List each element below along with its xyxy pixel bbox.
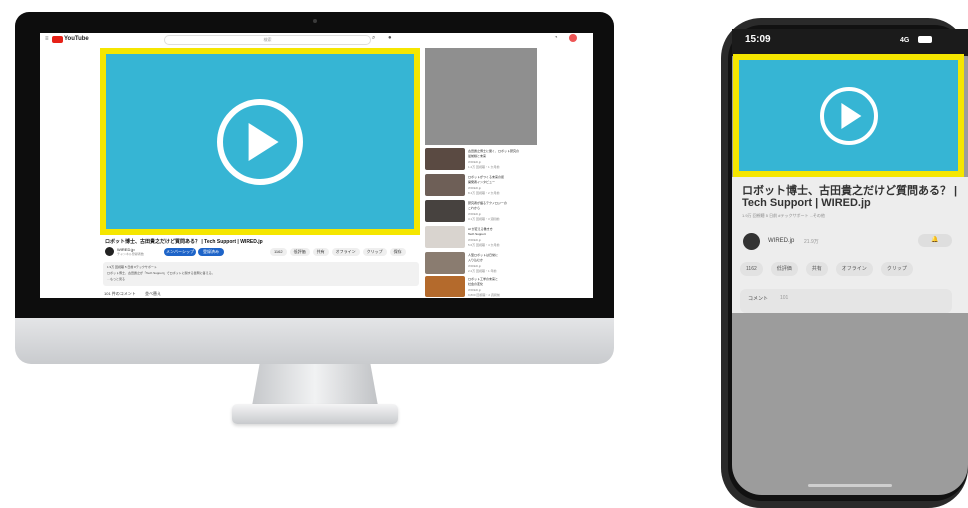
- hamburger-icon[interactable]: ≡: [45, 36, 49, 42]
- search-input[interactable]: 検索: [164, 35, 371, 45]
- sidebar-video-channel: WIRED.jp: [468, 238, 482, 242]
- video-thumbnail[interactable]: [425, 276, 465, 297]
- sidebar-video-title-line2[interactable]: これから: [468, 206, 480, 210]
- channel-avatar[interactable]: [105, 247, 114, 256]
- sidebar-video-item[interactable]: ロボット工学の未来と 社会の変化 WIRED.jp 9,800 回視聴・2 週間…: [425, 276, 540, 297]
- comments-count: 101: [780, 295, 789, 301]
- like-button[interactable]: 1162: [270, 248, 287, 256]
- video-title: ロボット博士、古田貴之だけど質問ある？ |: [742, 185, 958, 197]
- action-bar: 1162 低評価 共有 オフライン クリップ 保存: [270, 248, 406, 256]
- battery-icon: [918, 36, 932, 43]
- sidebar-video-title[interactable]: ロボットがつくる未来の街: [468, 175, 504, 179]
- sidebar-video-views: 9,800 回視聴・2 週間前: [468, 293, 500, 297]
- sidebar-video-title-line2[interactable]: 開発者インタビュー: [468, 180, 495, 184]
- dislike-button[interactable]: 低評価: [289, 248, 310, 256]
- video-title: ロボット博士、古田貴之だけど質問ある？ | Tech Support | WIR…: [105, 239, 263, 245]
- sidebar-video-title[interactable]: AI が変える働き方: [468, 227, 493, 231]
- description-text: ロボット博士、古田貴之が「Tech Support」でロボットに関する質問に答え…: [107, 271, 215, 275]
- video-thumbnail[interactable]: [425, 226, 465, 248]
- sidebar-video-views: 3.1万 回視聴・3 週間前: [468, 217, 500, 221]
- sidebar-video-item[interactable]: 古田貴之博士に聞く、ロボット研究の 最前線と未来 WIRED.jp 1.2万 回…: [425, 148, 540, 172]
- sidebar-video-item[interactable]: AI が変える働き方 Tech Support WIRED.jp 5.6万 回視…: [425, 226, 540, 250]
- sidebar-video-title[interactable]: 研究者が語るテクノロジーの: [468, 201, 507, 205]
- sidebar-video-channel: WIRED.jp: [468, 264, 482, 268]
- video-player[interactable]: [733, 54, 964, 177]
- channel-avatar[interactable]: [743, 233, 760, 250]
- mic-icon[interactable]: ●: [388, 35, 392, 41]
- monitor-camera: [313, 19, 317, 23]
- sidebar-video-item[interactable]: 研究者が語るテクノロジーの これから WIRED.jp 3.1万 回視聴・3 週…: [425, 200, 540, 224]
- video-thumbnail[interactable]: [425, 174, 465, 196]
- play-icon[interactable]: [217, 98, 303, 185]
- youtube-logo-icon[interactable]: [52, 36, 63, 43]
- sidebar-video-title[interactable]: 人型ロボットは日常に: [468, 253, 498, 257]
- sidebar-video-views: 5.6万 回視聴・4 か月前: [468, 243, 500, 247]
- sidebar-video-channel: WIRED.jp: [468, 212, 482, 216]
- video-thumbnail[interactable]: [425, 200, 465, 222]
- subscriber-count: チャンネル登録者数: [117, 252, 144, 256]
- avatar[interactable]: [569, 34, 577, 42]
- channel-name[interactable]: WIRED.jp: [768, 238, 794, 244]
- sort-button[interactable]: 並べ替え: [145, 291, 161, 297]
- video-title-line2: Tech Support | WIRED.jp: [742, 197, 871, 209]
- share-button[interactable]: 共有: [805, 262, 828, 276]
- play-icon[interactable]: [819, 86, 878, 145]
- monitor-chin: [15, 318, 614, 364]
- subscriber-count: 21.9万: [804, 239, 819, 245]
- offline-button[interactable]: オフライン: [331, 248, 360, 256]
- offline-button[interactable]: オフライン: [835, 262, 873, 276]
- sidebar-video-title-line2[interactable]: 最前線と未来: [468, 154, 486, 158]
- sidebar-video-views: 8.4万 回視聴・2 か月前: [468, 191, 500, 195]
- action-bar: 1162 低評価 共有 オフライン クリップ: [740, 262, 913, 276]
- sidebar-video-item[interactable]: ロボットがつくる未来の街 開発者インタビュー WIRED.jp 8.4万 回視聴…: [425, 174, 540, 198]
- description-meta: 1.9万 回視聴 5 日前 #テックサポート: [107, 265, 157, 269]
- sidebar-video-channel: WIRED.jp: [468, 288, 482, 292]
- home-indicator[interactable]: [808, 484, 892, 487]
- sidebar-video-item[interactable]: 人型ロボットは日常に 入り込むか WIRED.jp 2.2万 回視聴・1 年前: [425, 252, 540, 276]
- sidebar-video-views: 1.2万 回視聴・1 か月前: [468, 165, 500, 169]
- signal-icon: 4G: [900, 37, 910, 44]
- like-button[interactable]: 1162: [740, 262, 763, 276]
- comments-label: コメント: [748, 296, 769, 302]
- status-time: 15:09: [745, 34, 771, 45]
- youtube-logo-text[interactable]: YouTube: [64, 36, 89, 42]
- bell-icon[interactable]: ◔: [554, 35, 558, 41]
- save-button[interactable]: 保存: [389, 248, 406, 256]
- monitor-base: [232, 404, 398, 424]
- sidebar-video-views: 2.2万 回視聴・1 年前: [468, 269, 497, 273]
- subscribe-bell-button[interactable]: 🔔: [918, 234, 952, 247]
- sidebar-video-channel: WIRED.jp: [468, 186, 482, 190]
- search-icon[interactable]: ⌕: [372, 35, 375, 42]
- description-box[interactable]: 1.9万 回視聴 5 日前 #テックサポート ロボット博士、古田貴之が「Tech…: [103, 262, 419, 286]
- video-thumbnail[interactable]: [425, 252, 465, 274]
- subscribe-button[interactable]: 登録済み: [198, 248, 224, 256]
- sidebar-video-title-line2[interactable]: Tech Support: [468, 232, 486, 236]
- comments-section[interactable]: コメント 101: [740, 289, 952, 313]
- sidebar-video-title-line2[interactable]: 入り込むか: [468, 258, 483, 262]
- sidebar-video-channel: WIRED.jp: [468, 160, 482, 164]
- video-meta[interactable]: 1.9万 回視聴 5 日前 #テックサポート ...その他: [742, 213, 825, 219]
- monitor-stand: [252, 364, 378, 406]
- sidebar-video-title-line2[interactable]: 社会の変化: [468, 282, 483, 286]
- show-more-link[interactable]: …もっと見る: [107, 277, 125, 281]
- dislike-button[interactable]: 低評価: [770, 262, 798, 276]
- comments-count: 101 件のコメント: [104, 291, 136, 296]
- clip-button[interactable]: クリップ: [880, 262, 913, 276]
- clip-button[interactable]: クリップ: [362, 248, 387, 256]
- video-player[interactable]: [100, 48, 420, 235]
- video-thumbnail[interactable]: [425, 148, 465, 170]
- sidebar-ad-placeholder[interactable]: [425, 48, 537, 145]
- share-button[interactable]: 共有: [312, 248, 329, 256]
- join-button[interactable]: メンバーシップ: [164, 248, 196, 256]
- sidebar-video-title[interactable]: ロボット工学の未来と: [468, 277, 498, 281]
- sidebar-video-title[interactable]: 古田貴之博士に聞く、ロボット研究の: [468, 149, 519, 153]
